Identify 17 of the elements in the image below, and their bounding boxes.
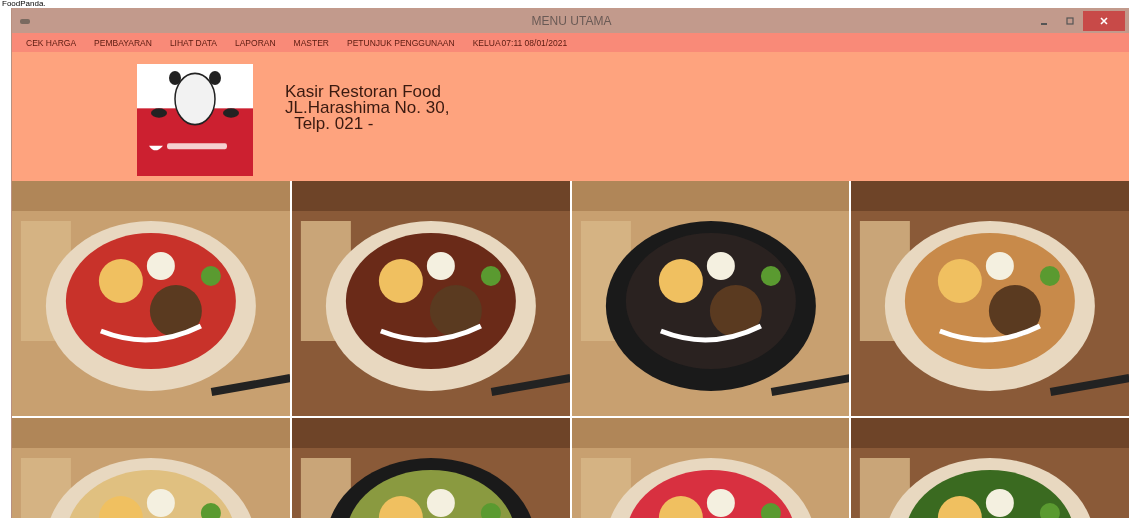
clock-text: 07:11 08/01/2021 (501, 37, 568, 48)
header-text: Telp. 021 - (293, 116, 375, 133)
close-button[interactable] (1083, 10, 1125, 31)
minimize-icon (1041, 22, 1047, 25)
menu-item[interactable]: LAPORAN (234, 37, 276, 48)
menu-item[interactable]: CEK HARGA (26, 37, 77, 48)
menu-item[interactable]: KELUA (472, 37, 501, 48)
menu-item[interactable]: PETUNJUK PENGGUNAAN (347, 37, 455, 48)
header-text: JL.Harashima No. 30, (285, 100, 450, 117)
menu-item[interactable]: PEMBAYARAN (94, 37, 152, 48)
window-title: MENU UTAMA (530, 13, 612, 28)
header-text: Kasir Restoran Food (285, 84, 441, 101)
menu-item[interactable]: LIHAT DATA (169, 37, 217, 48)
menu-item[interactable]: MASTER (293, 37, 329, 48)
close-icon (1099, 15, 1109, 26)
maximize-icon (1065, 15, 1075, 26)
caption-text: FoodPanda. (2, 0, 46, 8)
